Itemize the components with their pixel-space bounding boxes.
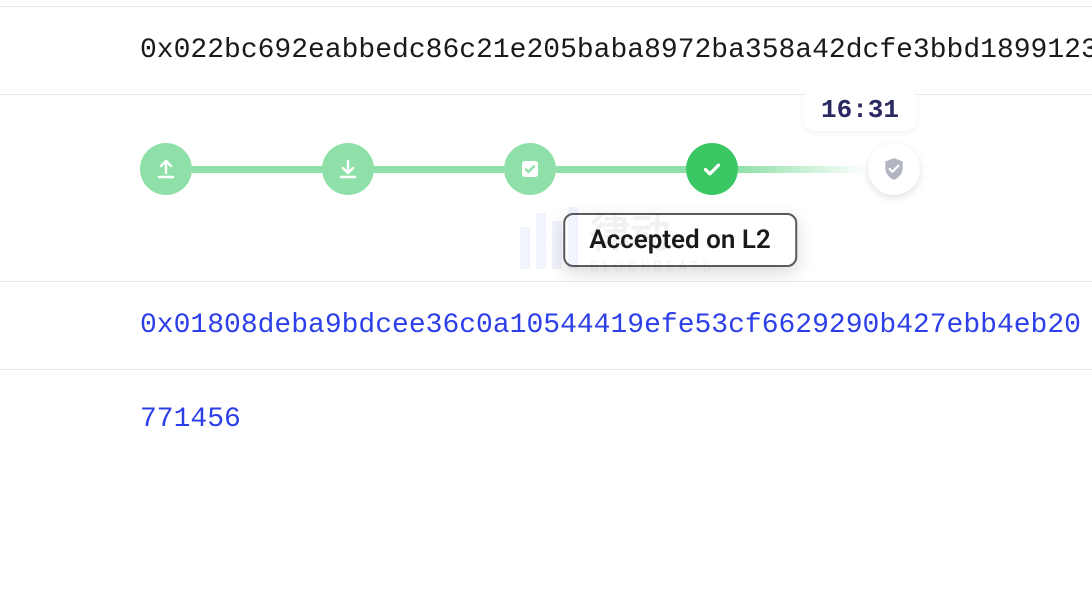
checklist-icon — [518, 157, 542, 181]
related-hash-link[interactable]: 0x01808deba9bdcee36c0a10544419efe53cf662… — [140, 310, 1092, 341]
step-received[interactable] — [322, 143, 374, 195]
check-circle-icon — [699, 156, 725, 182]
progress-segment — [192, 166, 322, 173]
tx-hash-row: 0x022bc692eabbedc86c21e205baba8972ba358a… — [0, 6, 1092, 95]
step-sent[interactable] — [140, 143, 192, 195]
step-finalized[interactable] — [868, 143, 920, 195]
status-tooltip: Accepted on L2 — [563, 213, 797, 267]
progress-segment — [556, 166, 686, 173]
block-number-link[interactable]: 771456 — [140, 404, 241, 435]
step-accepted-l2[interactable] — [686, 143, 738, 195]
block-number-row: 771456 — [0, 370, 1092, 435]
progress-segment — [738, 166, 868, 173]
step-validated[interactable] — [504, 143, 556, 195]
progress-segment — [374, 166, 504, 173]
related-hash-row: 0x01808deba9bdcee36c0a10544419efe53cf662… — [0, 282, 1092, 370]
progress-track: 16:31 — [140, 143, 920, 195]
time-badge: 16:31 — [803, 89, 917, 131]
status-progress-row: 16:31 — [0, 95, 1092, 282]
tx-hash[interactable]: 0x022bc692eabbedc86c21e205baba8972ba358a… — [140, 35, 1092, 66]
upload-icon — [154, 157, 178, 181]
shield-icon — [881, 156, 907, 182]
download-icon — [336, 157, 360, 181]
